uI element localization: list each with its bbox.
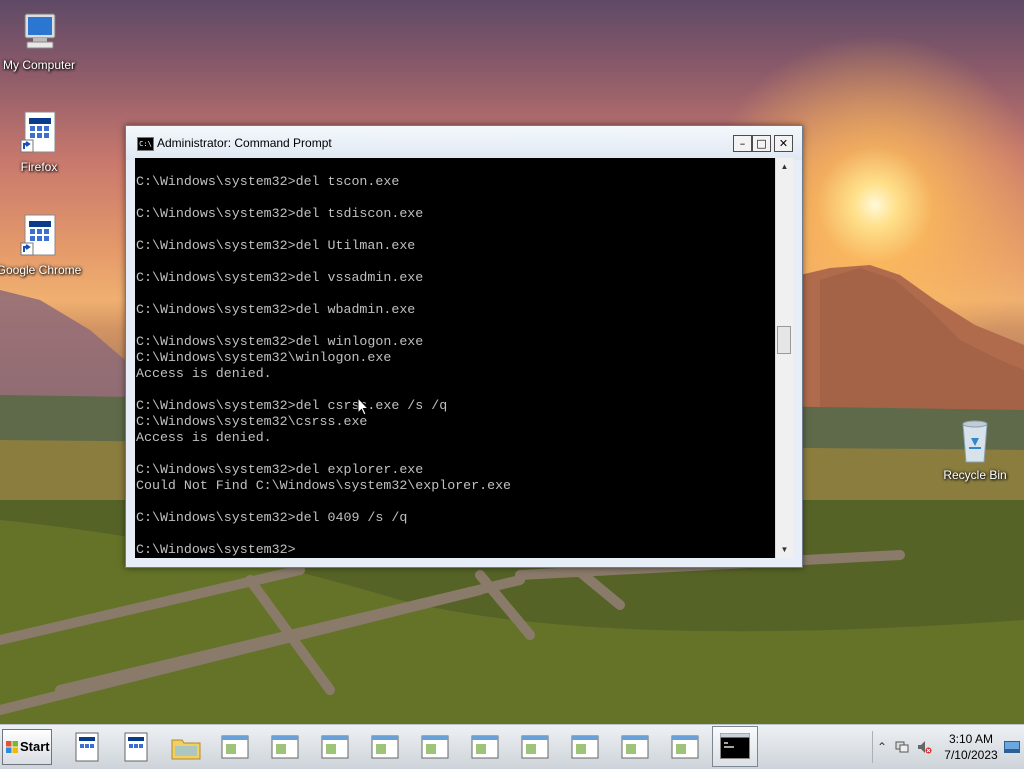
shortcut-app-icon [15, 110, 63, 158]
desktop-icon-firefox[interactable]: Firefox [0, 110, 84, 175]
tray-separator [872, 731, 873, 763]
taskbar-window-icon-8[interactable] [569, 731, 601, 763]
command-prompt-window[interactable]: C:\ Administrator: Command Prompt – □ ✕ … [125, 125, 803, 568]
start-label: Start [20, 739, 50, 754]
file-explorer-icon[interactable] [170, 731, 202, 763]
taskbar-window-icon-3[interactable] [319, 731, 351, 763]
taskbar: Start ⌃ 3:10 AM 7/10/2023 [0, 724, 1024, 769]
desktop-icon-my-computer[interactable]: My Computer [0, 8, 84, 73]
desktop-icon-label: Recycle Bin [943, 468, 1007, 482]
console-output[interactable]: C:\Windows\system32>del tscon.exe C:\Win… [135, 158, 775, 558]
system-clock[interactable]: 3:10 AM 7/10/2023 [938, 731, 1004, 763]
recycle-bin-icon [951, 418, 999, 466]
taskbar-window-icon-2[interactable] [269, 731, 301, 763]
scroll-down-arrow-icon[interactable]: ▼ [776, 541, 793, 558]
window-titlebar[interactable]: C:\ Administrator: Command Prompt – □ ✕ [126, 126, 802, 160]
show-desktop-icon[interactable] [1004, 739, 1020, 755]
volume-muted-icon[interactable] [916, 739, 932, 755]
vertical-scrollbar[interactable]: ▲ ▼ [775, 158, 793, 558]
close-button[interactable]: ✕ [774, 135, 793, 152]
taskbar-window-icon-1[interactable] [219, 731, 251, 763]
taskbar-app-icon-1[interactable] [71, 731, 103, 763]
clock-date: 7/10/2023 [944, 748, 998, 762]
taskbar-window-icon-6[interactable] [469, 731, 501, 763]
network-icon[interactable] [894, 739, 910, 755]
taskbar-window-icon-5[interactable] [419, 731, 451, 763]
windows-logo-icon [6, 741, 18, 753]
shortcut-app-icon [15, 213, 63, 261]
desktop-icon-label: My Computer [2, 58, 76, 72]
taskbar-app-icon-2[interactable] [120, 731, 152, 763]
taskbar-window-icon-7[interactable] [519, 731, 551, 763]
clock-time: 3:10 AM [948, 732, 994, 746]
scrollbar-thumb[interactable] [777, 326, 791, 354]
minimize-button[interactable]: – [733, 135, 752, 152]
command-prompt-icon [720, 733, 750, 759]
show-hidden-icons-chevron-icon[interactable]: ⌃ [874, 739, 890, 755]
window-title: Administrator: Command Prompt [157, 136, 332, 150]
taskbar-window-icon-10[interactable] [669, 731, 701, 763]
desktop-icon-label: Firefox [20, 160, 58, 174]
maximize-button[interactable]: □ [752, 135, 771, 152]
start-button[interactable]: Start [2, 729, 52, 765]
taskbar-command-prompt[interactable] [712, 726, 758, 767]
taskbar-window-icon-9[interactable] [619, 731, 651, 763]
console-text: C:\Windows\system32>del tscon.exe C:\Win… [136, 174, 512, 557]
desktop-icon-recycle-bin[interactable]: Recycle Bin [930, 418, 1020, 483]
taskbar-window-icon-4[interactable] [369, 731, 401, 763]
scroll-up-arrow-icon[interactable]: ▲ [776, 158, 793, 175]
cmd-app-icon: C:\ [137, 137, 154, 151]
mouse-pointer-icon [357, 397, 369, 416]
computer-icon [15, 8, 63, 56]
desktop-icon-label: Google Chrome [0, 263, 82, 277]
desktop-icon-google-chrome[interactable]: Google Chrome [0, 213, 84, 278]
